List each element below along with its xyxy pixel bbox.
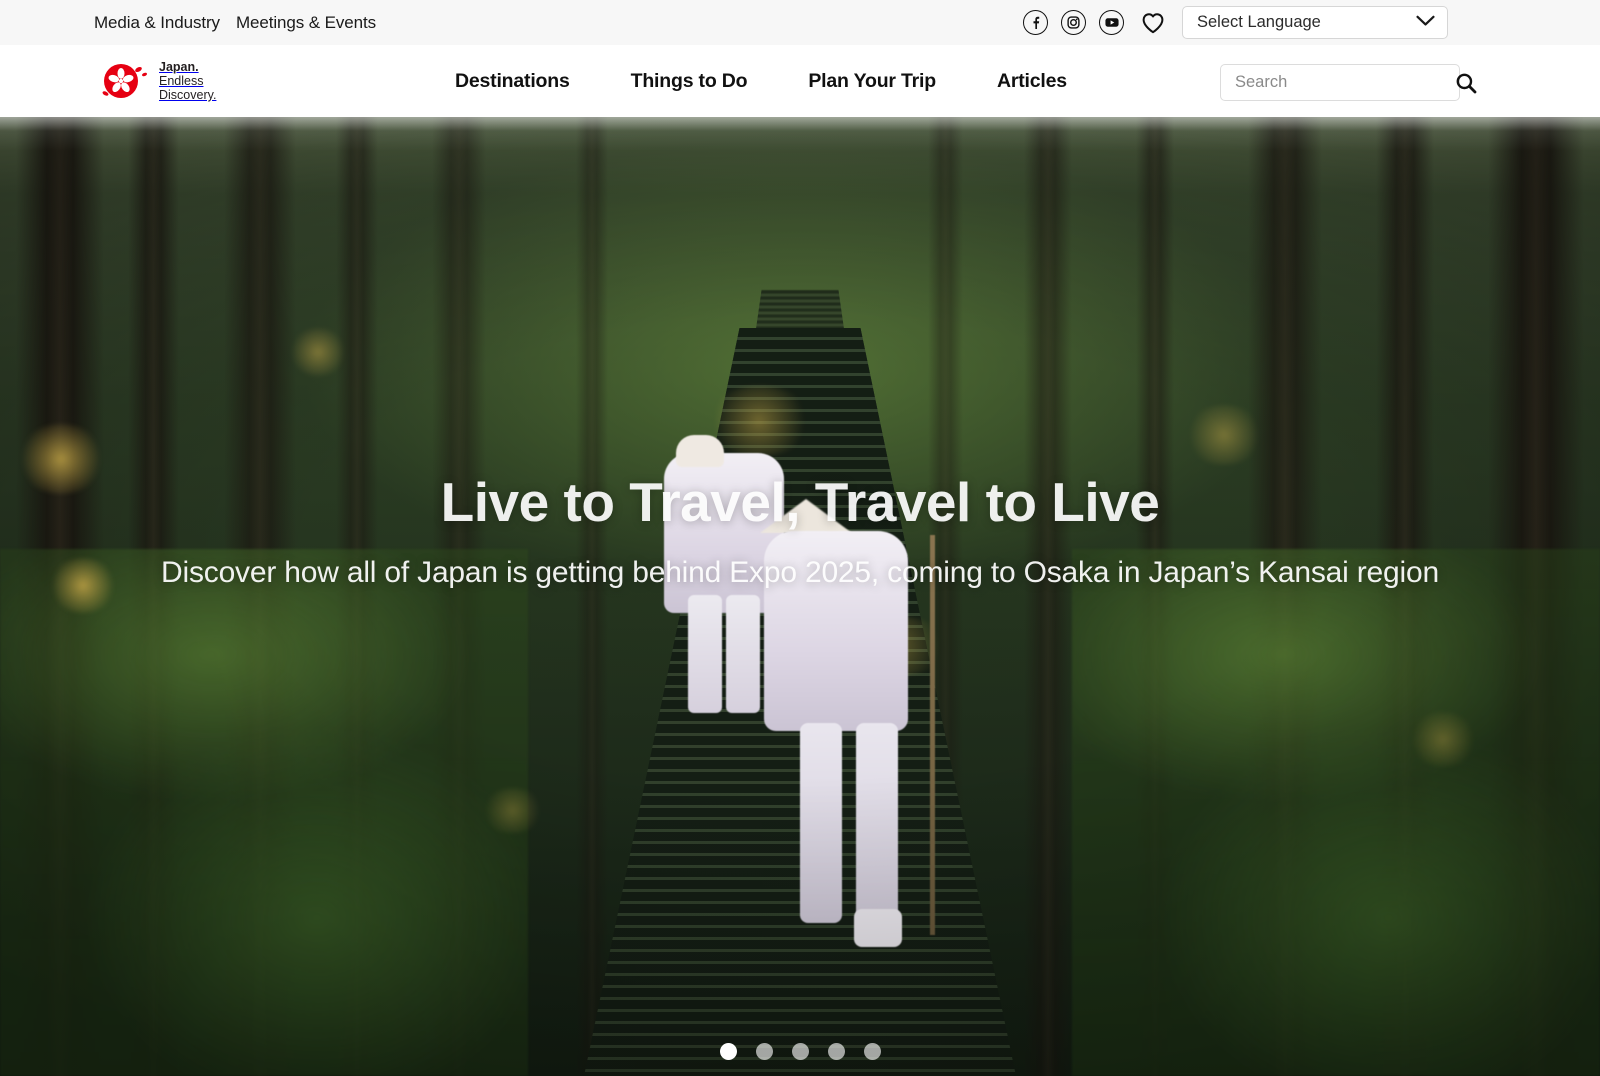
logo-wordmark: Japan. Endless Discovery. <box>159 60 216 102</box>
language-selector[interactable]: Select Language <box>1182 6 1448 39</box>
carousel-dot-4[interactable] <box>827 1043 845 1060</box>
logo-line-1: Japan. <box>159 60 199 74</box>
carousel-dots <box>0 1043 1600 1060</box>
utility-right-cluster: Select Language <box>1023 0 1448 45</box>
language-selector-label: Select Language <box>1197 13 1321 31</box>
cherry-blossom-icon <box>100 60 152 102</box>
carousel-dot-2[interactable] <box>755 1043 773 1060</box>
hero-background-image <box>0 117 1600 1076</box>
logo-line-2: Endless <box>159 74 204 88</box>
search-input[interactable] <box>1235 73 1455 92</box>
heart-icon[interactable] <box>1140 10 1166 36</box>
carousel-dot-5[interactable] <box>863 1043 881 1060</box>
nav-item-plan-your-trip[interactable]: Plan Your Trip <box>808 70 936 93</box>
utility-top-bar: Media & Industry Meetings & Events Selec… <box>0 0 1600 45</box>
carousel-dot-1[interactable] <box>719 1043 737 1060</box>
nav-item-articles[interactable]: Articles <box>997 70 1067 93</box>
nav-item-destinations[interactable]: Destinations <box>455 70 570 93</box>
social-icons <box>1023 10 1124 35</box>
hero-title: Live to Travel, Travel to Live <box>440 471 1160 533</box>
utility-link-media-industry[interactable]: Media & Industry <box>94 13 220 33</box>
utility-links: Media & Industry Meetings & Events <box>94 13 376 33</box>
youtube-icon[interactable] <box>1099 10 1124 35</box>
logo-line-3: Discovery. <box>159 88 217 102</box>
instagram-icon[interactable] <box>1061 10 1086 35</box>
main-navigation: Destinations Things to Do Plan Your Trip… <box>455 45 1067 117</box>
utility-link-meetings-events[interactable]: Meetings & Events <box>236 13 376 33</box>
nav-item-things-to-do[interactable]: Things to Do <box>631 70 748 93</box>
hero-caption: Live to Travel, Travel to Live Discover … <box>0 472 1600 591</box>
hero-carousel: Live to Travel, Travel to Live Discover … <box>0 117 1600 1076</box>
site-logo[interactable]: Japan. Endless Discovery. <box>100 60 216 102</box>
facebook-icon[interactable] <box>1023 10 1048 35</box>
search-icon[interactable] <box>1455 71 1477 95</box>
hero-subtitle: Discover how all of Japan is getting beh… <box>161 555 1439 589</box>
carousel-dot-3[interactable] <box>791 1043 809 1060</box>
search-box[interactable] <box>1220 64 1477 101</box>
main-header: Japan. Endless Discovery. Destinations T… <box>0 45 1600 117</box>
chevron-down-icon <box>1416 14 1435 32</box>
